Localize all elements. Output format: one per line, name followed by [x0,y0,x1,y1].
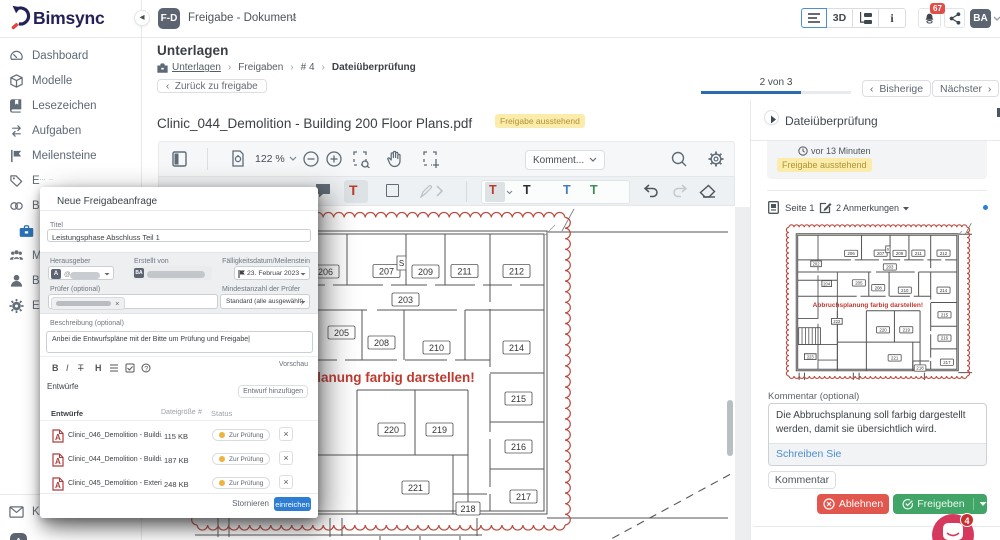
svg-text:208: 208 [374,338,389,348]
svg-text:216: 216 [511,442,526,452]
svg-text:215: 215 [511,394,526,404]
svg-text:T: T [78,363,84,373]
svg-text:210: 210 [429,343,444,353]
svg-text:218: 218 [460,504,475,514]
svg-text:A: A [55,481,61,490]
svg-text:206: 206 [318,267,333,277]
svg-text:A: A [55,457,61,466]
svg-text:209: 209 [418,267,433,277]
svg-text:207: 207 [379,267,394,277]
svg-text:211: 211 [457,267,471,277]
svg-text:203: 203 [398,295,413,305]
svg-text:Bimsync: Bimsync [33,8,105,28]
svg-text:S: S [399,259,404,268]
svg-text:205: 205 [334,328,349,338]
svg-text:H: H [95,363,102,373]
svg-text:221: 221 [408,483,423,493]
svg-text:219: 219 [432,425,447,435]
svg-text:I: I [66,363,69,373]
svg-text:B: B [52,363,59,373]
svg-text:217: 217 [516,492,531,502]
svg-text:212: 212 [509,267,524,277]
svg-text:214: 214 [509,343,524,353]
svg-text:220: 220 [384,425,399,435]
svg-text:A: A [55,433,61,442]
svg-text:?: ? [144,366,148,373]
